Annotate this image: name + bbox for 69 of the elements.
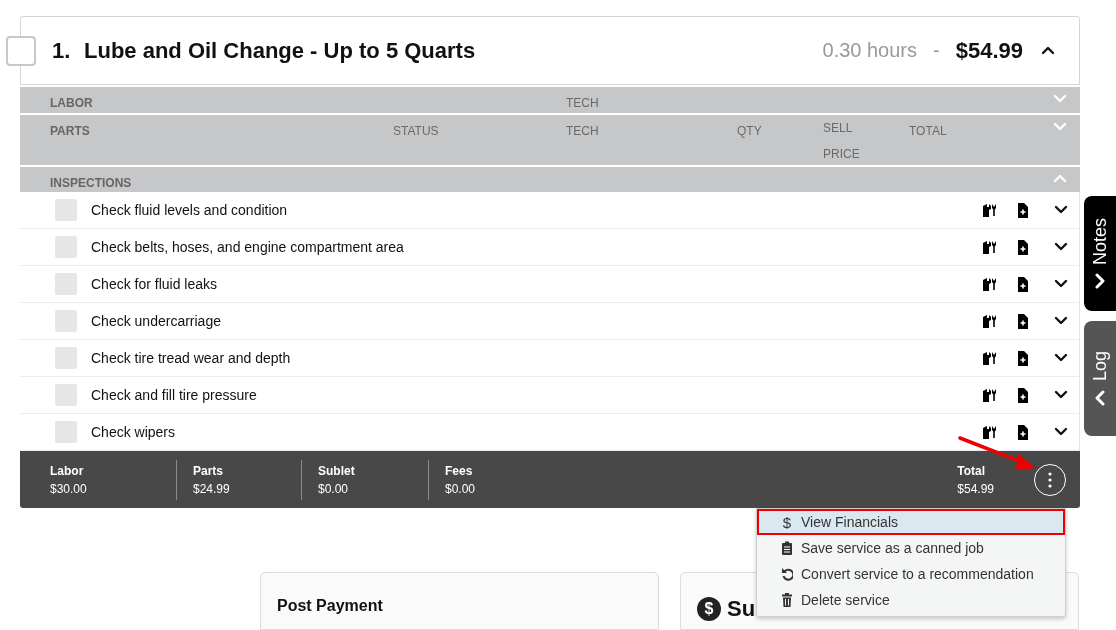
total-label: Labor [50, 463, 85, 478]
service-number: 1. [52, 37, 72, 64]
inspection-checkbox[interactable] [55, 347, 77, 369]
file-plus-icon[interactable] [1017, 424, 1029, 440]
tools-icon[interactable] [982, 239, 997, 255]
total-value: $0.00 [318, 481, 350, 496]
inspection-label: Check belts, hoses, and engine compartment area [91, 239, 405, 255]
side-tab[interactable]: Log [1084, 321, 1116, 436]
inspection-checkbox[interactable] [55, 199, 77, 221]
inspection-checkbox[interactable] [55, 236, 77, 258]
column-header: TECH [566, 123, 600, 140]
inspection-checkbox[interactable] [55, 421, 77, 443]
total-value: $30.00 [50, 481, 88, 496]
separator-dash: - [933, 39, 940, 62]
tools-icon[interactable] [982, 276, 997, 292]
section-title: LABOR [50, 95, 94, 112]
total-label: Parts [193, 463, 225, 478]
file-plus-icon[interactable] [1017, 350, 1029, 366]
section-title: INSPECTIONS [50, 175, 133, 192]
panel-title: Post Payment [277, 597, 383, 615]
chevron-right-icon [1093, 273, 1107, 289]
total-value: $24.99 [193, 481, 231, 496]
tools-icon[interactable] [982, 202, 997, 218]
total-value: $0.00 [445, 481, 477, 496]
inspection-checkbox[interactable] [55, 310, 77, 332]
inspection-label: Check for fluid leaks [91, 276, 219, 292]
file-plus-icon[interactable] [1017, 202, 1029, 218]
column-header: STATUS [393, 123, 440, 140]
clipboard-icon [781, 540, 793, 556]
file-plus-icon[interactable] [1017, 276, 1029, 292]
trash-icon [781, 592, 793, 608]
more-icon [1048, 471, 1052, 488]
inspection-label: Check tire tread wear and depth [91, 350, 292, 366]
menu-item[interactable]: Save service as a canned job [757, 535, 1065, 561]
side-tab[interactable]: Notes [1084, 196, 1116, 311]
total-label: Fees [445, 463, 474, 478]
column-header: TECH [566, 95, 600, 112]
inspection-label: Check undercarriage [91, 313, 222, 329]
service-price: $54.99 [955, 37, 1023, 64]
menu-item[interactable]: Convert service to a recommendation [757, 561, 1065, 587]
tools-icon[interactable] [982, 350, 997, 366]
inspection-label: Check fluid levels and condition [91, 202, 289, 218]
total-label: Total [957, 463, 987, 478]
menu-item[interactable]: $ View Financials [757, 509, 1065, 535]
dollar-icon: $ [781, 513, 793, 531]
undo-icon [781, 566, 793, 582]
service-hours: 0.30 hours [822, 39, 918, 62]
panel-title: Su [727, 596, 756, 622]
inspection-checkbox[interactable] [55, 384, 77, 406]
section-title: PARTS [50, 123, 91, 140]
service-title: Lube and Oil Change - Up to 5 Quarts [84, 37, 477, 64]
total-value: $54.99 [957, 481, 994, 496]
chevron-left-icon [1093, 389, 1107, 406]
column-header: SELL PRICE [823, 120, 861, 163]
column-header: QTY [737, 123, 763, 140]
file-plus-icon[interactable] [1017, 387, 1029, 403]
tools-icon[interactable] [982, 424, 997, 440]
file-plus-icon[interactable] [1017, 313, 1029, 329]
file-plus-icon[interactable] [1017, 239, 1029, 255]
dollar-icon: $ [697, 597, 721, 621]
inspection-label: Check wipers [91, 424, 177, 440]
menu-item[interactable]: Delete service [757, 587, 1065, 613]
service-checkbox[interactable] [6, 35, 36, 66]
total-label: Sublet [318, 463, 356, 478]
column-header: TOTAL [909, 123, 948, 140]
inspection-checkbox[interactable] [55, 273, 77, 295]
inspection-label: Check and fill tire pressure [91, 387, 258, 403]
tools-icon[interactable] [982, 313, 997, 329]
tools-icon[interactable] [982, 387, 997, 403]
